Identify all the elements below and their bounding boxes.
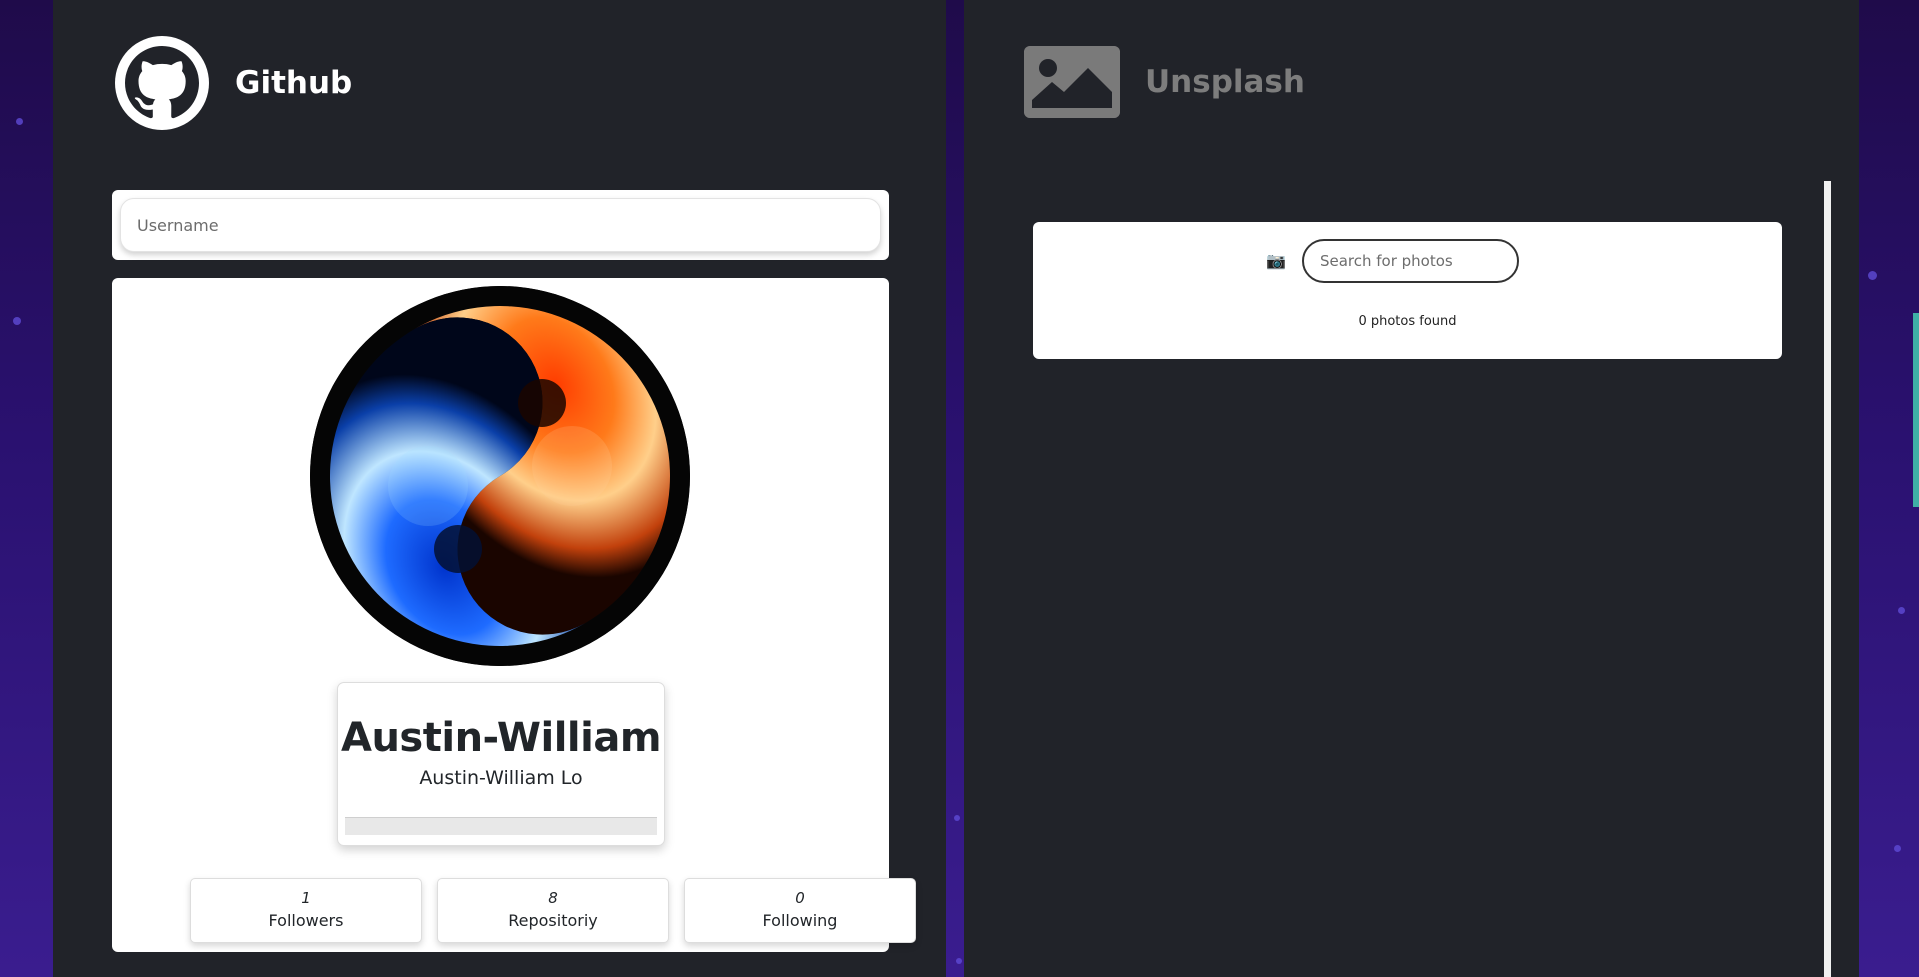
background-sparkle <box>954 815 960 821</box>
photo-search-input[interactable] <box>1301 239 1519 283</box>
right-edge-accent <box>1913 313 1919 507</box>
github-logo-icon <box>115 36 209 130</box>
background-sparkle <box>956 958 962 964</box>
unsplash-title: Unsplash <box>1145 64 1305 100</box>
bio-bar <box>345 817 657 835</box>
followers-label: Followers <box>268 911 344 930</box>
background-sparkle <box>1894 845 1901 852</box>
profile-card: Austin-William Austin-William Lo 1 Follo… <box>112 278 916 952</box>
unsplash-brand: Unsplash <box>1024 46 1305 118</box>
profile-full-name: Austin-William Lo <box>419 767 583 789</box>
following-stat[interactable]: 0 Following <box>684 878 916 943</box>
repositories-label: Repositoriy <box>508 911 598 930</box>
camera-icon: 📷 <box>1266 253 1286 270</box>
background-sparkle <box>16 118 23 125</box>
repositories-count: 8 <box>548 889 558 907</box>
repositories-stat[interactable]: 8 Repositoriy <box>437 878 669 943</box>
photo-search-row: 📷 <box>1033 239 1782 283</box>
background-sparkle <box>1868 271 1877 280</box>
image-icon <box>1024 46 1120 118</box>
landscape-image-icon <box>1024 46 1120 118</box>
github-title: Github <box>235 65 353 101</box>
photos-found-count: 0 photos found <box>1358 314 1457 329</box>
github-brand: Github <box>115 36 352 130</box>
following-count: 0 <box>795 889 805 907</box>
photo-search-card: 📷 0 photos found <box>1033 222 1782 359</box>
yin-yang-fire-ice-avatar-image <box>310 286 690 666</box>
username-input[interactable] <box>120 198 881 252</box>
unsplash-panel: Unsplash 📷 0 photos found <box>964 0 1859 977</box>
background-sparkle <box>13 317 21 325</box>
username-search-card <box>112 190 889 260</box>
github-panel: Github Username Austin-William Austin-Wi… <box>53 0 946 977</box>
scrollbar[interactable] <box>1824 181 1831 977</box>
avatar <box>310 286 690 666</box>
followers-count: 1 <box>301 889 311 907</box>
github-octocat-icon <box>125 46 199 119</box>
following-label: Following <box>762 911 838 930</box>
profile-login: Austin-William <box>341 715 662 761</box>
followers-stat[interactable]: 1 Followers <box>190 878 422 943</box>
name-card: Austin-William Austin-William Lo <box>337 682 665 846</box>
background-sparkle <box>1898 607 1905 614</box>
